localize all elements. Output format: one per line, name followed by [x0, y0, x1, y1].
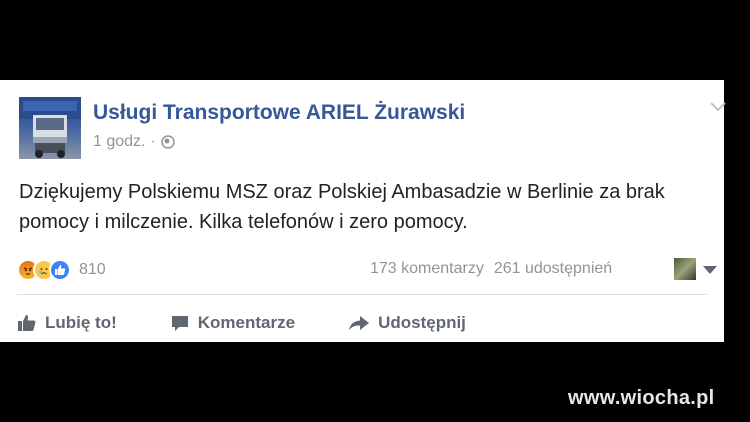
watermark: www.wiocha.pl [568, 387, 715, 409]
meta-separator: · [150, 133, 156, 150]
comments-count-link[interactable]: 173 komentarzy [370, 260, 484, 278]
post-actions-bar: Lubię to! Komentarze Udostępnij [17, 313, 466, 333]
share-button-label: Udostępnij [378, 313, 466, 332]
thumbs-up-icon [18, 315, 36, 331]
page-name-link[interactable]: Usługi Transportowe ARIEL Żurawski [93, 101, 465, 125]
chevron-down-icon[interactable] [708, 100, 728, 114]
reactions-summary[interactable]: 810 [17, 259, 106, 281]
comment-button[interactable]: Komentarze [170, 313, 295, 333]
post-meta: 1 godz. · [93, 133, 175, 151]
reaction-count: 810 [79, 261, 106, 278]
post-timestamp[interactable]: 1 godz. [93, 133, 145, 151]
like-reaction-icon [49, 259, 71, 281]
comment-icon [171, 316, 188, 331]
share-button[interactable]: Udostępnij [348, 313, 466, 333]
like-button-label: Lubię to! [45, 313, 117, 332]
comment-button-label: Komentarze [197, 313, 296, 332]
post-text: Dziękujemy Polskiemu MSZ oraz Polskiej A… [19, 181, 665, 233]
like-button[interactable]: Lubię to! [17, 313, 117, 333]
viewer-avatar[interactable] [674, 258, 696, 280]
shares-count-link[interactable]: 261 udostępnień [494, 260, 612, 278]
engagement-stats: 173 komentarzy 261 udostępnień [370, 260, 612, 278]
facebook-post-card: Usługi Transportowe ARIEL Żurawski 1 god… [0, 80, 726, 342]
globe-icon [161, 135, 175, 149]
caret-down-icon[interactable] [703, 266, 717, 274]
actions-divider [17, 294, 707, 295]
share-arrow-icon [349, 316, 370, 330]
page-avatar[interactable] [19, 97, 81, 159]
